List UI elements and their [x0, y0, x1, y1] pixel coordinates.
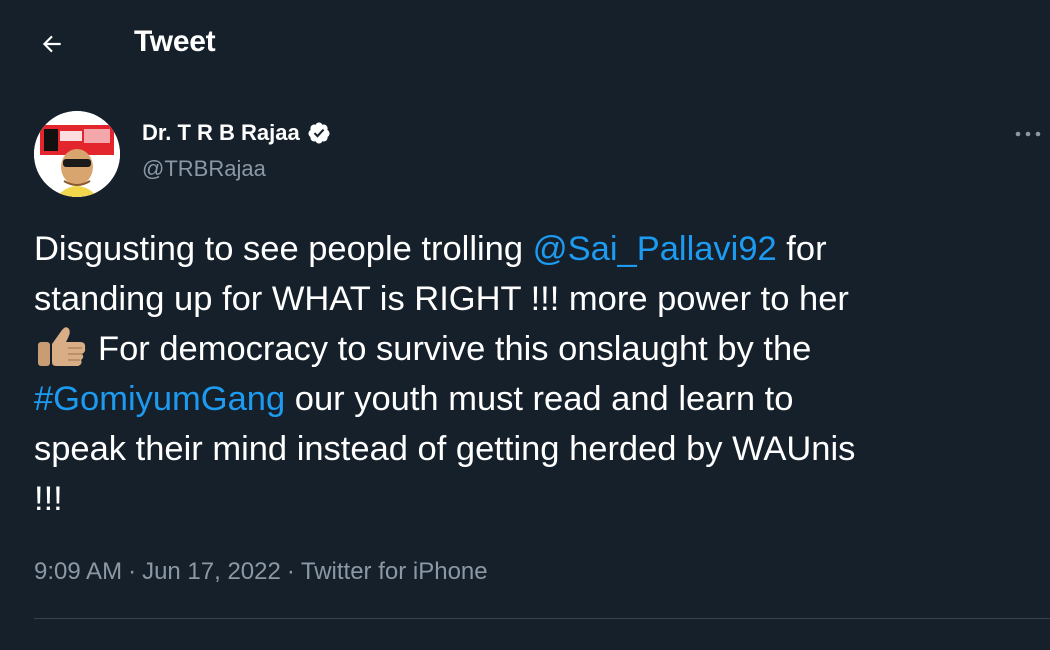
divider — [34, 618, 1050, 619]
hashtag-link[interactable]: #GomiyumGang — [34, 380, 285, 418]
tweet-line: !!! — [34, 480, 63, 518]
author-handle[interactable]: @TRBRajaa — [142, 154, 266, 184]
separator: · — [286, 558, 295, 585]
verified-badge-icon — [308, 122, 330, 144]
separator: · — [128, 558, 137, 585]
more-options-button[interactable] — [1008, 120, 1048, 148]
top-bar: Tweet — [0, 0, 1050, 86]
tweet-time[interactable]: 9:09 AM — [34, 558, 122, 585]
author-name[interactable]: Dr. T R B Rajaa — [142, 118, 331, 148]
more-horizontal-icon — [1015, 131, 1041, 137]
tweet-line: #GomiyumGang our youth must read and lea… — [34, 374, 1044, 424]
back-button[interactable] — [34, 26, 70, 62]
tweet-line: Disgusting to see people trolling @Sai_P… — [34, 224, 1044, 274]
tweet-text-segment: For democracy to survive this onslaught … — [98, 330, 812, 368]
tweet-source[interactable]: Twitter for iPhone — [301, 558, 488, 585]
thumbs-up-emoji — [38, 327, 86, 366]
tweet-metadata: 9:09 AM · Jun 17, 2022 · Twitter for iPhone — [34, 556, 488, 588]
author-name-text: Dr. T R B Rajaa — [142, 120, 300, 145]
avatar[interactable] — [34, 111, 120, 197]
tweet-line: speak their mind instead of getting herd… — [34, 430, 856, 468]
tweet-line: For democracy to survive this onslaught … — [34, 324, 1044, 374]
tweet-date[interactable]: Jun 17, 2022 — [142, 558, 281, 585]
tweet-text: Disgusting to see people trolling @Sai_P… — [34, 224, 1044, 524]
page-title: Tweet — [134, 25, 216, 58]
mention-link[interactable]: @Sai_Pallavi92 — [533, 230, 777, 268]
tweet-line: standing up for WHAT is RIGHT !!! more p… — [34, 280, 849, 318]
arrow-left-icon — [42, 35, 61, 53]
tweet-text-segment: our youth must read and learn to — [285, 380, 794, 418]
profile-avatar — [34, 111, 120, 197]
tweet-text-segment: for — [776, 230, 827, 268]
tweet-text-segment: Disgusting to see people trolling — [34, 230, 533, 268]
